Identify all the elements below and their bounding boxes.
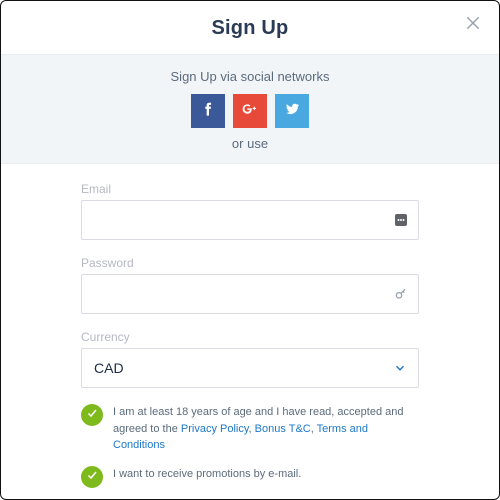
currency-field-group: Currency <box>81 330 419 388</box>
modal-header: Sign Up <box>1 1 499 54</box>
checkmark-icon <box>86 468 98 486</box>
close-button[interactable] <box>461 13 485 37</box>
password-label: Password <box>81 256 419 270</box>
twitter-icon <box>284 101 300 122</box>
promo-consent-text: I want to receive promotions by e-mail. <box>113 466 301 483</box>
password-field-group: Password <box>81 256 419 314</box>
promo-consent-row: I want to receive promotions by e-mail. <box>81 466 419 488</box>
age-consent-row: I am at least 18 years of age and I have… <box>81 404 419 454</box>
signup-form: Email Password Currency <box>1 164 499 500</box>
social-caption: Sign Up via social networks <box>1 69 499 84</box>
google-plus-icon <box>242 101 258 122</box>
facebook-button[interactable] <box>191 94 225 128</box>
age-consent-checkbox[interactable] <box>81 404 103 426</box>
bonus-tc-link[interactable]: Bonus T&C <box>255 423 311 435</box>
chevron-down-icon <box>393 361 407 375</box>
autofill-icon <box>391 210 411 230</box>
facebook-icon <box>200 101 216 122</box>
email-field-group: Email <box>81 182 419 240</box>
close-icon <box>464 14 482 36</box>
google-plus-button[interactable] <box>233 94 267 128</box>
email-input[interactable] <box>81 200 419 240</box>
page-title: Sign Up <box>1 17 499 40</box>
twitter-button[interactable] <box>275 94 309 128</box>
key-icon <box>391 284 411 304</box>
email-label: Email <box>81 182 419 196</box>
or-use-label: or use <box>1 136 499 151</box>
currency-select[interactable] <box>81 348 419 388</box>
age-consent-text: I am at least 18 years of age and I have… <box>113 404 419 454</box>
social-section: Sign Up via social networks or use <box>1 54 499 164</box>
password-input[interactable] <box>81 274 419 314</box>
currency-label: Currency <box>81 330 419 344</box>
social-buttons <box>1 94 499 128</box>
signup-modal: Sign Up Sign Up via social networks <box>0 0 500 500</box>
promo-consent-checkbox[interactable] <box>81 466 103 488</box>
privacy-policy-link[interactable]: Privacy Policy <box>181 423 249 435</box>
checkmark-icon <box>86 406 98 424</box>
